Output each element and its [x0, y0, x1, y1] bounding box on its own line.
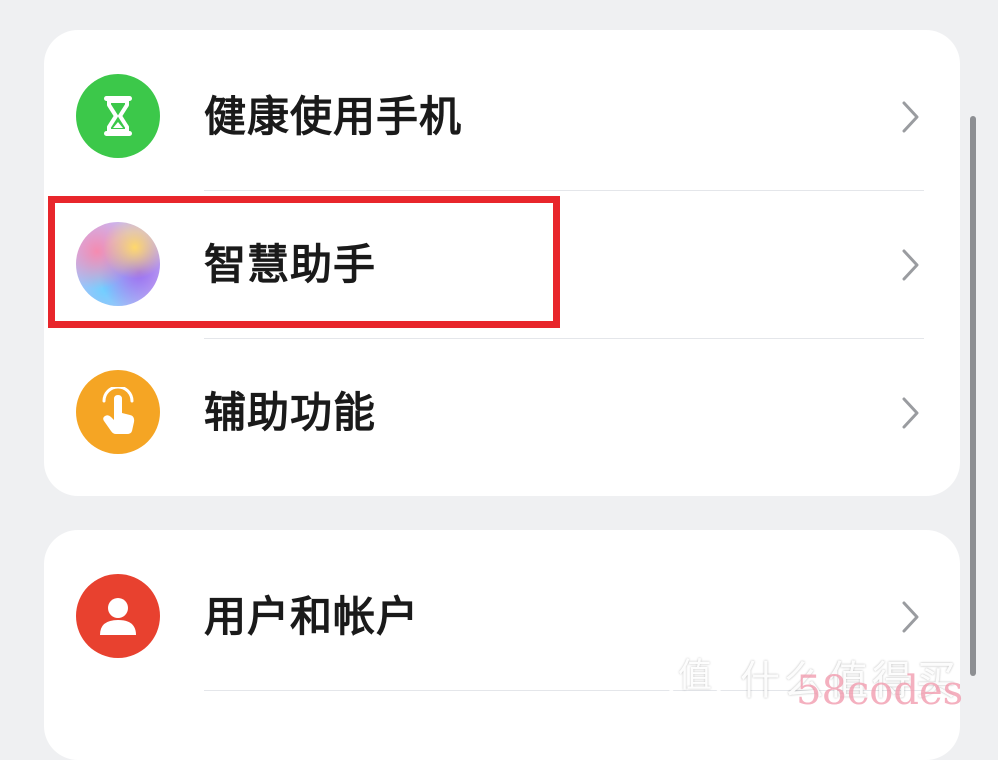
- watermark: 值 什么值得买 58codes: [664, 640, 984, 718]
- hand-tap-icon: [76, 370, 160, 454]
- settings-item-label: 用户和帐户: [204, 592, 420, 641]
- watermark-logo: 值: [664, 642, 726, 704]
- watermark-url: 58codes: [796, 668, 964, 714]
- chevron-right-icon: [902, 601, 919, 633]
- settings-item-accessibility[interactable]: 辅助功能: [44, 338, 960, 488]
- hourglass-icon: [76, 74, 160, 158]
- settings-item-label: 健康使用手机: [204, 92, 463, 141]
- user-icon: [76, 574, 160, 658]
- settings-item-label: 辅助功能: [204, 388, 377, 437]
- settings-item-digital-wellbeing[interactable]: 健康使用手机: [44, 42, 960, 192]
- highlight-box: [48, 196, 560, 328]
- chevron-right-icon: [902, 249, 919, 281]
- chevron-right-icon: [902, 397, 919, 429]
- scrollbar[interactable]: [970, 116, 976, 676]
- chevron-right-icon: [902, 101, 919, 133]
